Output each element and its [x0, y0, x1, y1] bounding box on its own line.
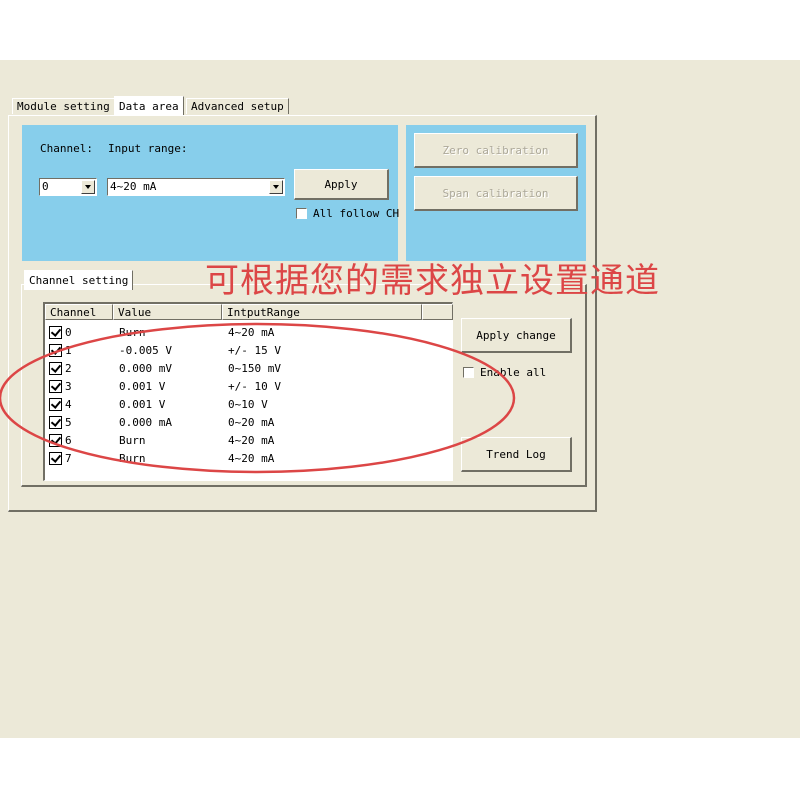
checkbox-checked-icon[interactable] [49, 398, 62, 411]
table-row[interactable]: 2 0.000 mV 0~150 mV [47, 359, 447, 377]
tab-advanced-setup[interactable]: Advanced setup [186, 98, 289, 114]
span-calibration-button[interactable]: Span calibration [414, 176, 578, 211]
channel-number: 4 [65, 398, 72, 411]
all-follow-label: All follow CH [313, 207, 400, 220]
checkbox-checked-icon[interactable] [49, 344, 62, 357]
checkbox-checked-icon[interactable] [49, 452, 62, 465]
channel-range: 0~150 mV [228, 362, 281, 375]
checkbox-checked-icon[interactable] [49, 362, 62, 375]
chevron-down-icon[interactable] [269, 180, 283, 194]
channel-value: 0.001 V [119, 398, 166, 411]
checkbox-checked-icon[interactable] [49, 434, 62, 447]
channel-number: 0 [65, 326, 72, 339]
trend-log-button[interactable]: Trend Log [461, 437, 572, 472]
channel-range: 4~20 mA [228, 452, 275, 465]
channel-select-value: 0 [42, 180, 49, 193]
channel-number: 7 [65, 452, 72, 465]
input-range-select[interactable]: 4~20 mA [107, 178, 285, 196]
zero-calibration-button[interactable]: Zero calibration [414, 133, 578, 168]
input-range-label: Input range: [108, 142, 188, 155]
channel-label: Channel: [40, 142, 93, 155]
enable-all-label: Enable all [480, 366, 547, 379]
tab-channel-setting[interactable]: Channel setting [24, 270, 134, 290]
channel-range: +/- 10 V [228, 380, 281, 393]
table-row[interactable]: 1 -0.005 V +/- 15 V [47, 341, 447, 359]
column-header-value[interactable]: Value [113, 304, 222, 320]
tab-module-setting[interactable]: Module setting [12, 98, 115, 114]
enable-all-checkbox[interactable] [463, 367, 474, 378]
channel-value: -0.005 V [119, 344, 172, 357]
table-row[interactable]: 3 0.001 V +/- 10 V [47, 377, 447, 395]
checkbox-checked-icon[interactable] [49, 326, 62, 339]
checkbox-checked-icon[interactable] [49, 416, 62, 429]
checkbox-checked-icon[interactable] [49, 380, 62, 393]
tab-data-area[interactable]: Data area [114, 96, 184, 115]
annotation-text: 可根据您的需求独立设置通道 [205, 261, 660, 301]
channel-number: 6 [65, 434, 72, 447]
channel-range: 4~20 mA [228, 326, 275, 339]
channel-range: +/- 15 V [228, 344, 281, 357]
table-row[interactable]: 5 0.000 mA 0~20 mA [47, 413, 447, 431]
table-row[interactable]: 4 0.001 V 0~10 V [47, 395, 447, 413]
channel-number: 2 [65, 362, 72, 375]
channel-number: 3 [65, 380, 72, 393]
channel-select[interactable]: 0 [39, 178, 97, 196]
column-header-input-range[interactable]: IntputRange [222, 304, 422, 320]
table-row[interactable]: 0 Burn 4~20 mA [47, 323, 447, 341]
apply-change-button[interactable]: Apply change [461, 318, 572, 353]
column-header-spacer [422, 304, 453, 320]
table-row[interactable]: 7 Burn 4~20 mA [47, 449, 447, 467]
all-follow-checkbox[interactable] [296, 208, 307, 219]
channel-value: Burn [119, 434, 146, 447]
channel-number: 1 [65, 344, 72, 357]
apply-button[interactable]: Apply [294, 169, 389, 200]
channel-range: 0~20 mA [228, 416, 275, 429]
channel-number: 5 [65, 416, 72, 429]
channel-value: Burn [119, 326, 146, 339]
channel-list[interactable]: Channel Value IntputRange 0 Burn 4~20 mA… [43, 302, 453, 481]
column-header-channel[interactable]: Channel [45, 304, 113, 320]
input-range-select-value: 4~20 mA [110, 180, 157, 193]
channel-value: Burn [119, 452, 146, 465]
channel-value: 0.001 V [119, 380, 166, 393]
channel-value: 0.000 mV [119, 362, 172, 375]
channel-range: 0~10 V [228, 398, 268, 411]
channel-value: 0.000 mA [119, 416, 172, 429]
chevron-down-icon[interactable] [81, 180, 95, 194]
table-row[interactable]: 6 Burn 4~20 mA [47, 431, 447, 449]
channel-range: 4~20 mA [228, 434, 275, 447]
